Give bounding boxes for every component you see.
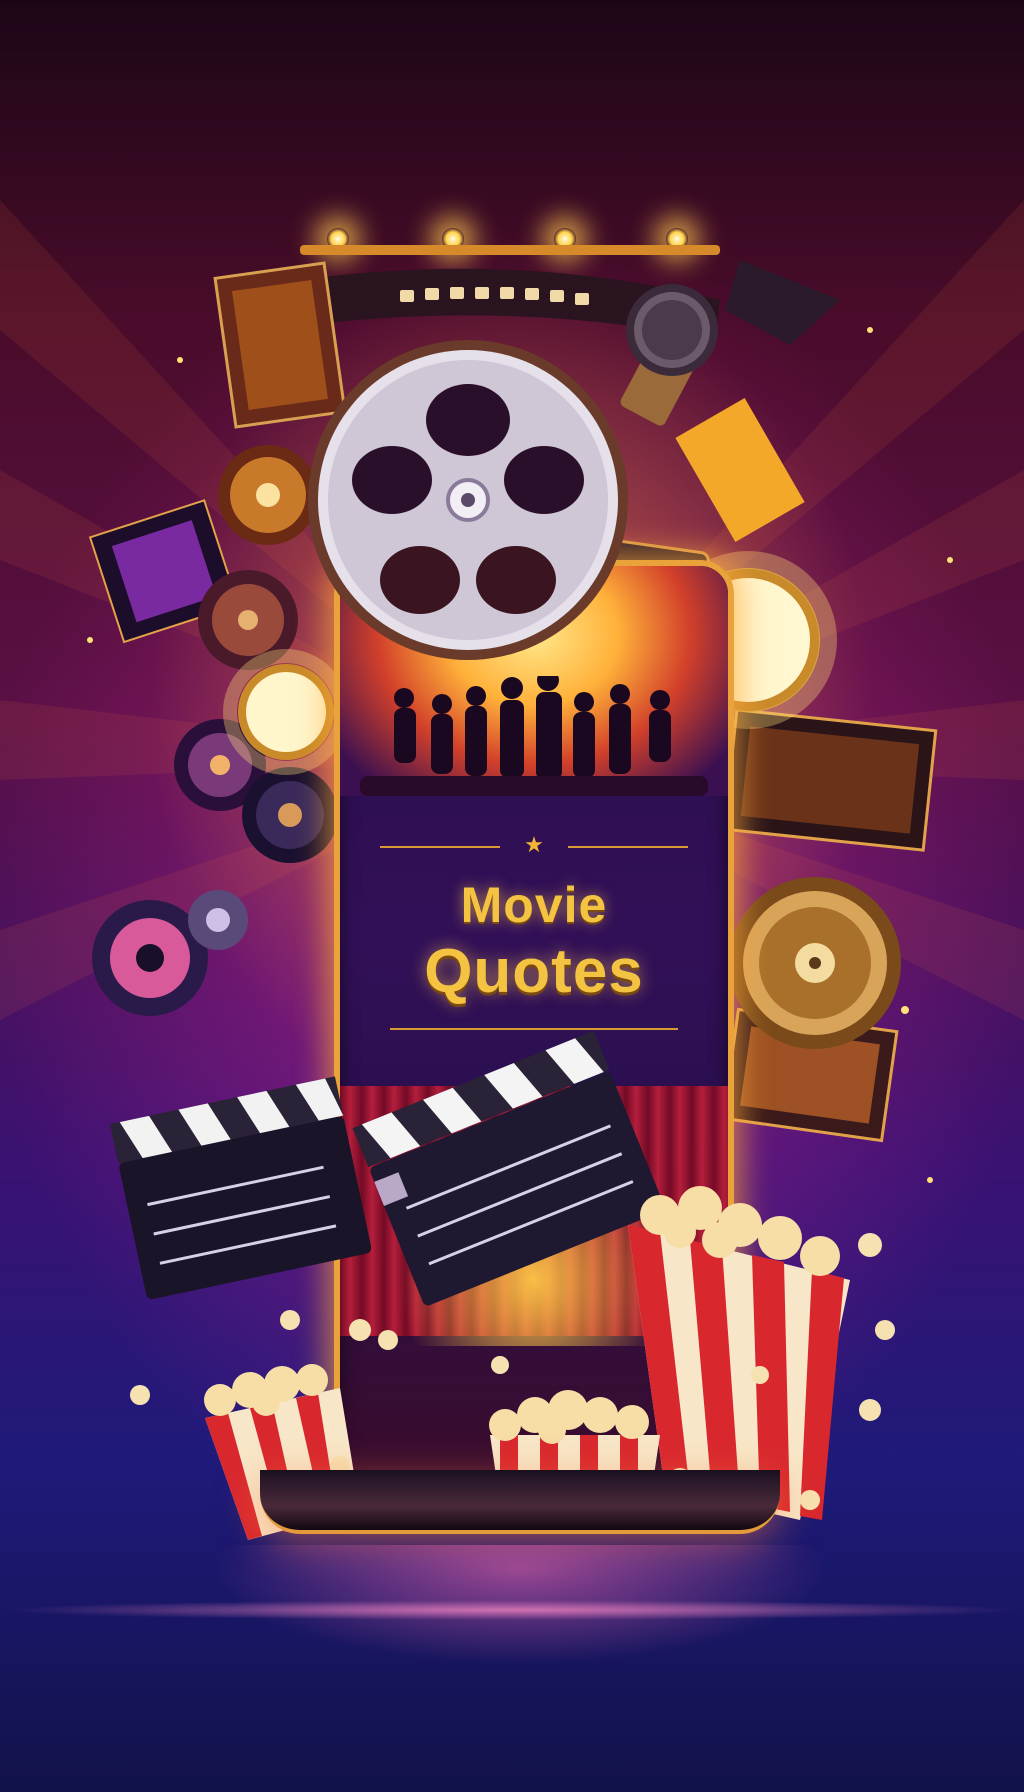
phone-base — [260, 1470, 780, 1534]
clapperboard-icon — [352, 1030, 665, 1306]
clapperboard-icon — [109, 1076, 372, 1300]
floor-glow — [0, 1600, 1024, 1620]
movie-quotes-poster: ★ Movie Quotes — [0, 0, 1024, 1792]
